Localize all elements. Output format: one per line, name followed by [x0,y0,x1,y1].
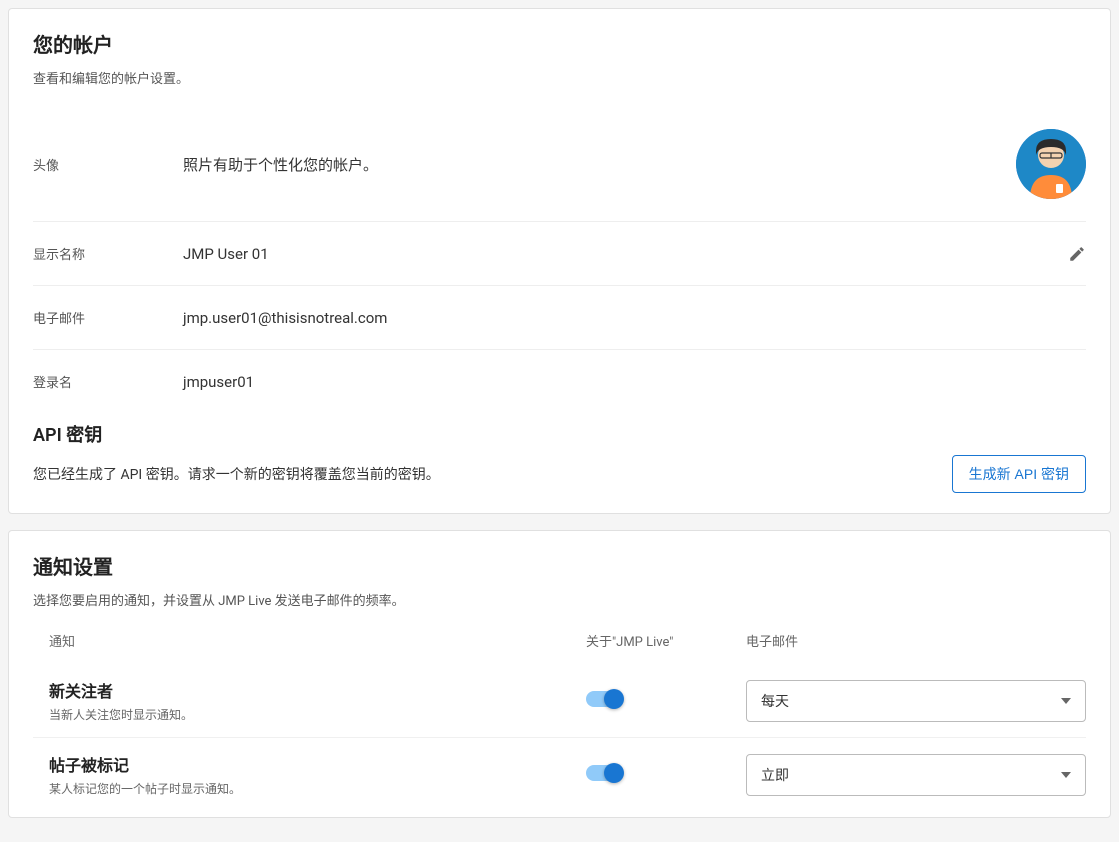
email-value: jmp.user01@thisisnotreal.com [183,309,1086,327]
notif-toggle-cell [586,765,746,785]
account-description: 查看和编辑您的帐户设置。 [33,68,1086,87]
notif-column-name: 通知 [33,631,586,650]
login-value: jmpuser01 [183,373,1086,391]
display-name-row: 显示名称 JMP User 01 [33,222,1086,286]
avatar-row: 头像 照片有助于个性化您的帐户。 [33,107,1086,222]
select-value: 立即 [761,765,789,785]
login-label: 登录名 [33,372,183,391]
pencil-icon[interactable] [1068,245,1086,263]
avatar[interactable] [1016,129,1086,199]
generate-api-key-button[interactable]: 生成新 API 密钥 [952,455,1086,493]
notifications-card: 通知设置 选择您要启用的通知，并设置从 JMP Live 发送电子邮件的频率。 … [8,530,1111,818]
api-key-row: 您已经生成了 API 密钥。请求一个新的密钥将覆盖您当前的密钥。 生成新 API… [33,455,1086,493]
account-title: 您的帐户 [33,29,1086,58]
toggle-thumb [604,763,624,783]
notif-desc: 某人标记您的一个帖子时显示通知。 [49,780,586,797]
avatar-icon [1016,129,1086,199]
login-row: 登录名 jmpuser01 [33,350,1086,413]
notif-name: 帖子被标记 某人标记您的一个帖子时显示通知。 [33,752,586,797]
notifications-header: 通知 关于"JMP Live" 电子邮件 [33,617,1086,664]
chevron-down-icon [1061,772,1071,778]
select-post-flagged-frequency[interactable]: 立即 [746,754,1086,796]
display-name-label: 显示名称 [33,244,183,263]
toggle-post-flagged[interactable] [586,765,622,781]
notif-name: 新关注者 当新人关注您时显示通知。 [33,678,586,723]
api-key-title: API 密钥 [33,421,1086,447]
avatar-label: 头像 [33,155,183,174]
notif-title: 帖子被标记 [49,752,586,776]
select-value: 每天 [761,691,789,711]
select-new-follower-frequency[interactable]: 每天 [746,680,1086,722]
toggle-new-follower[interactable] [586,691,622,707]
notifications-title: 通知设置 [33,551,1086,580]
api-key-description: 您已经生成了 API 密钥。请求一个新的密钥将覆盖您当前的密钥。 [33,464,932,484]
notif-title: 新关注者 [49,678,586,702]
display-name-value: JMP User 01 [183,245,1068,263]
notif-column-toggle: 关于"JMP Live" [586,631,746,650]
notif-row-post-flagged: 帖子被标记 某人标记您的一个帖子时显示通知。 立即 [33,737,1086,811]
notif-column-email: 电子邮件 [746,631,1086,650]
notif-toggle-cell [586,691,746,711]
avatar-description: 照片有助于个性化您的帐户。 [183,154,1016,175]
email-row: 电子邮件 jmp.user01@thisisnotreal.com [33,286,1086,350]
account-card: 您的帐户 查看和编辑您的帐户设置。 头像 照片有助于个性化您的帐户。 显示名称 … [8,8,1111,514]
notif-row-new-follower: 新关注者 当新人关注您时显示通知。 每天 [33,664,1086,737]
notifications-description: 选择您要启用的通知，并设置从 JMP Live 发送电子邮件的频率。 [33,590,1086,609]
chevron-down-icon [1061,698,1071,704]
notif-desc: 当新人关注您时显示通知。 [49,706,586,723]
email-label: 电子邮件 [33,308,183,327]
toggle-thumb [604,689,624,709]
